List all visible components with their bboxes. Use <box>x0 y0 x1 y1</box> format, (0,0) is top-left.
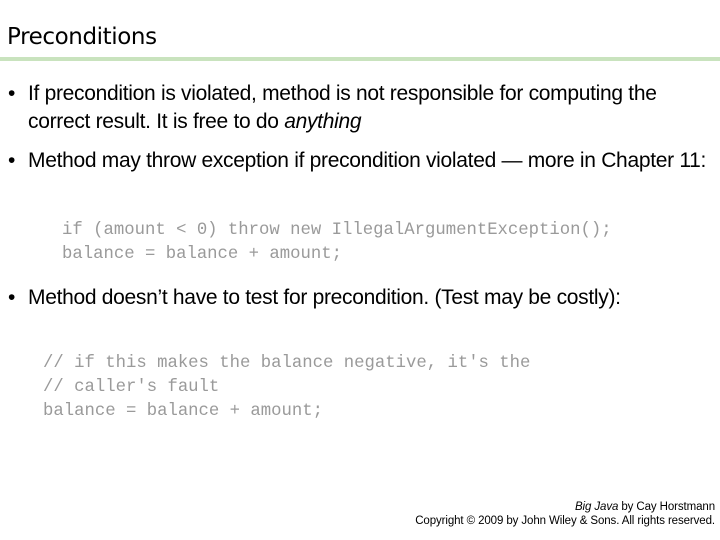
code-line: balance = balance + amount; <box>43 402 324 421</box>
slide-title: Preconditions <box>7 24 157 50</box>
code-line: if (amount < 0) throw new IllegalArgumen… <box>62 221 612 240</box>
code-block: if (amount < 0) throw new IllegalArgumen… <box>62 219 612 267</box>
bullet-text: Method may throw exception if preconditi… <box>28 149 707 172</box>
code-line: balance = balance + amount; <box>62 245 343 264</box>
book-title: Big Java <box>574 501 619 513</box>
code-block: // if this makes the balance negative, i… <box>43 352 530 424</box>
copyright: Copyright © 2009 by John Wiley & Sons. A… <box>415 515 715 527</box>
bullet-icon: • <box>8 149 16 172</box>
code-line: // caller's fault <box>43 378 220 397</box>
bullet-item: • Method doesn’t have to test for precon… <box>8 284 708 312</box>
bullet-icon: • <box>8 82 16 105</box>
bullet-item: • Method may throw exception if precondi… <box>8 147 708 175</box>
footer-book-line: Big Java by Cay Horstmann <box>415 500 715 514</box>
footer: Big Java by Cay Horstmann Copyright © 20… <box>415 500 715 528</box>
title-divider <box>0 57 720 61</box>
bullet-item: • If precondition is violated, method is… <box>8 80 708 136</box>
bullet-text: Method doesn’t have to test for precondi… <box>28 286 621 309</box>
bullet-emphasis: anything <box>284 110 362 133</box>
bullet-icon: • <box>8 286 16 309</box>
author: by Cay Horstmann <box>618 501 715 513</box>
code-line: // if this makes the balance negative, i… <box>43 354 531 373</box>
